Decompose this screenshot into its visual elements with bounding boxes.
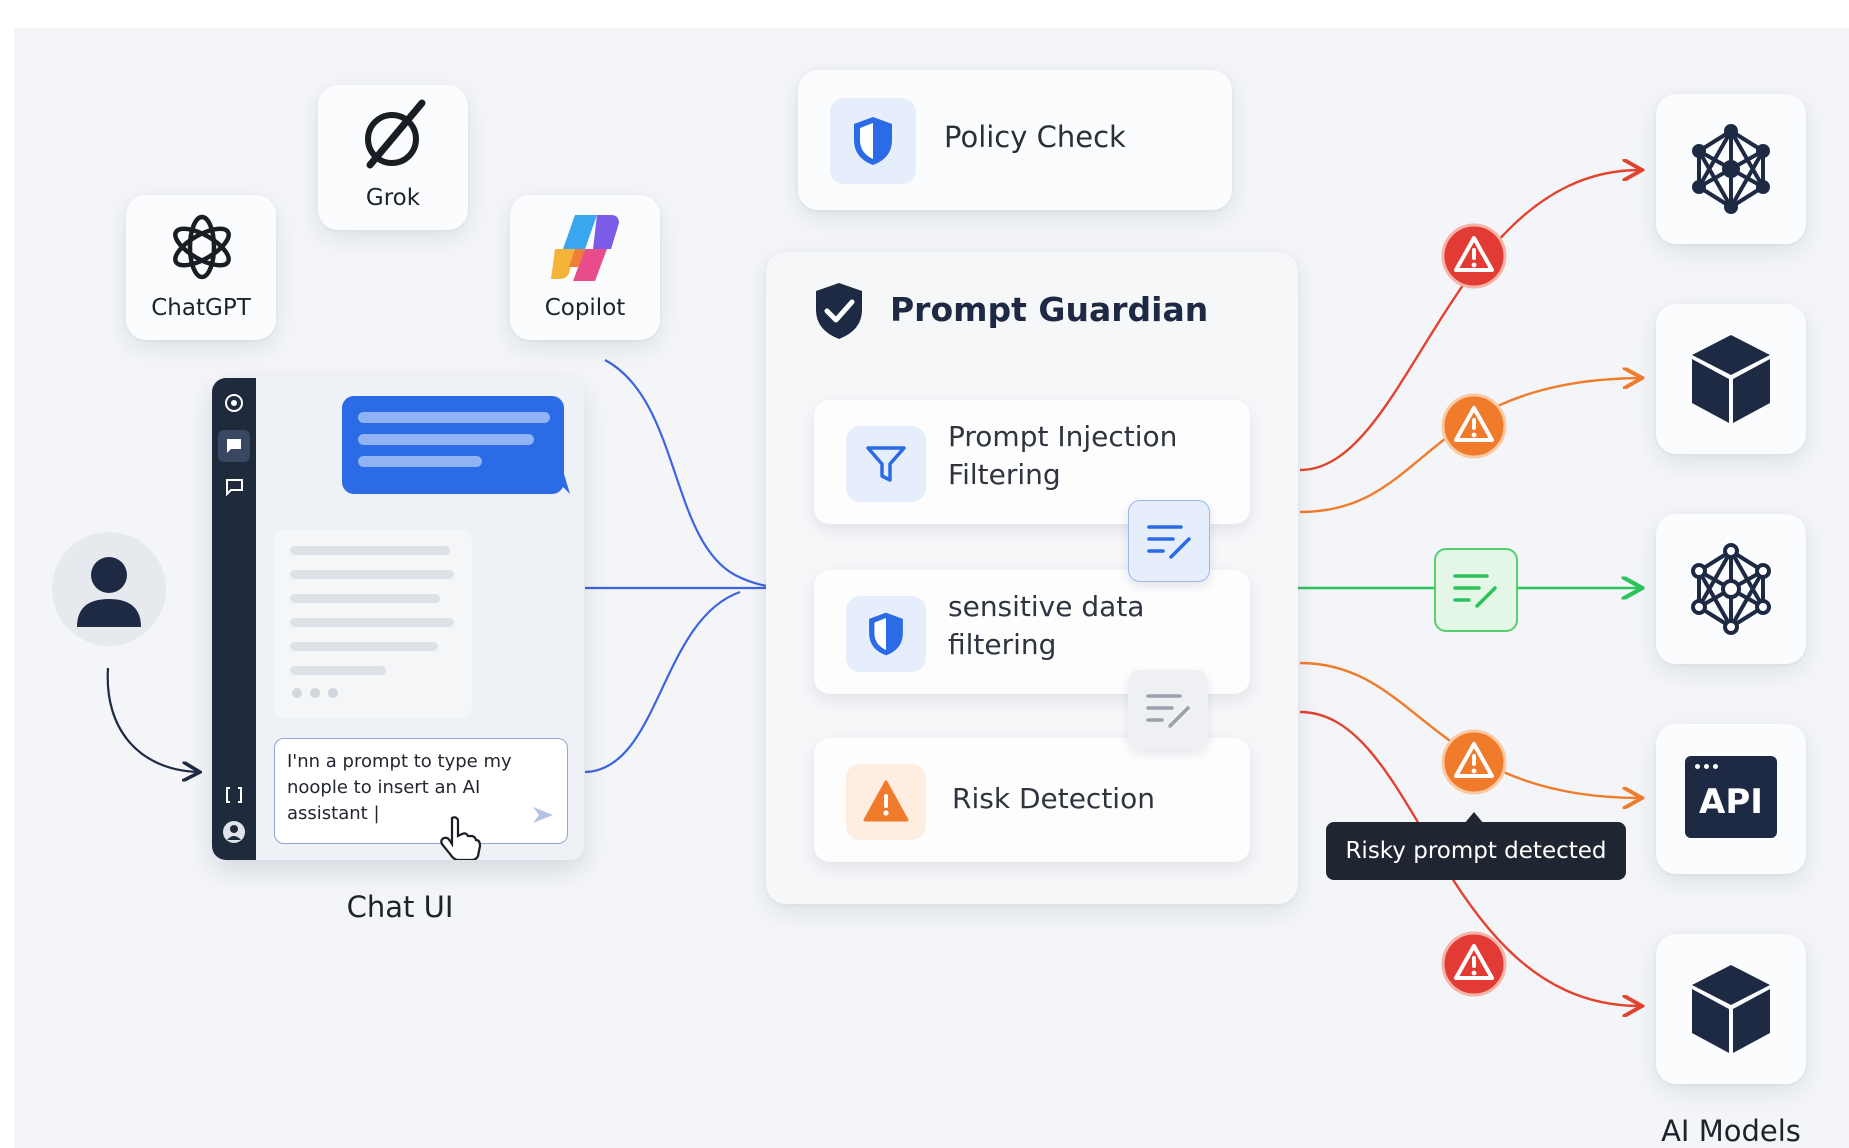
ai-model-card-3[interactable] [1656,514,1806,664]
prompt-injection-line1: Prompt Injection [948,420,1178,453]
cube-icon [1692,965,1770,1053]
risk-warning-icon-1 [1441,223,1507,289]
risk-warning-icon-3 [1441,729,1507,795]
neural-network-icon [1691,543,1771,635]
chatgpt-card[interactable]: ChatGPT [126,195,276,340]
risk-warning-icon-4 [1441,931,1507,997]
prompt-guardian-panel: Prompt Guardian Prompt Injection Filteri… [766,252,1298,904]
api-icon: API [1685,756,1777,838]
grok-label: Grok [365,185,421,211]
prompt-guardian-title: Prompt Guardian [890,290,1209,329]
policy-check-card[interactable]: Policy Check [798,70,1232,210]
copilot-card[interactable]: Copilot [510,195,660,340]
shield-check-icon [816,283,862,339]
cube-icon [1692,335,1770,423]
chat-ui-label: Chat UI [346,890,454,924]
risk-detection-card[interactable]: Risk Detection [814,738,1250,862]
policy-check-label: Policy Check [944,120,1126,154]
chat-ui-window[interactable]: I'nn a prompt to type my noople to inser… [212,378,584,860]
copilot-label: Copilot [544,295,626,321]
new-chat-icon[interactable] [224,478,244,496]
warning-icon [863,780,909,822]
review-edit-badge-inactive[interactable] [1128,670,1208,750]
ai-model-card-5[interactable] [1656,934,1806,1084]
prompt-injection-line2: Filtering [948,458,1061,491]
code-icon[interactable] [224,786,244,804]
chatgpt-label: ChatGPT [151,295,251,321]
shield-icon [854,117,892,165]
input-to-guardian-flow [584,590,741,774]
sent-message-bubble [342,396,564,494]
shield-icon [869,612,903,656]
user-avatar [52,532,166,646]
ai-models-label: AI Models [1661,1114,1801,1148]
risk-warning-icon-2 [1441,393,1507,459]
user-to-chat-arrow [106,667,198,772]
copilot-logo-icon [551,215,619,281]
chat-icon[interactable] [218,430,250,462]
edit-list-icon [1146,694,1190,728]
ai-model-card-2[interactable] [1656,304,1806,454]
policy-check-icon-tile [830,98,916,184]
settings-icon[interactable] [223,392,245,414]
risky-prompt-tooltip: Risky prompt detected [1326,822,1626,880]
risk-detection-label: Risk Detection [952,782,1155,815]
api-icon-text: API [1699,782,1763,822]
diagram-stage: ChatGPT Grok Copilot I'nn a prompt to ty… [0,0,1849,1148]
prompt-input-box[interactable]: I'nn a prompt to type my noople to inser… [274,738,568,844]
hand-pointer-icon [440,816,482,860]
edit-list-icon [1453,574,1497,608]
edit-list-icon [1147,525,1191,559]
user-icon [77,557,141,627]
ai-model-card-api[interactable]: API [1656,724,1806,874]
approved-edit-badge[interactable] [1434,548,1518,632]
chatgpt-logo-icon [173,214,231,280]
neural-network-icon [1692,124,1770,214]
review-edit-badge[interactable] [1128,500,1210,582]
sensitive-data-line1: sensitive data [948,590,1145,623]
ai-model-card-1[interactable] [1656,94,1806,244]
send-icon[interactable] [531,805,555,825]
grok-card[interactable]: Grok [318,85,468,230]
account-icon[interactable] [222,820,246,844]
reply-message-bubble [274,530,472,718]
funnel-icon [866,446,906,482]
sensitive-data-line2: filtering [948,628,1057,661]
chat-sidebar [212,378,256,860]
grok-logo-icon [365,99,426,169]
